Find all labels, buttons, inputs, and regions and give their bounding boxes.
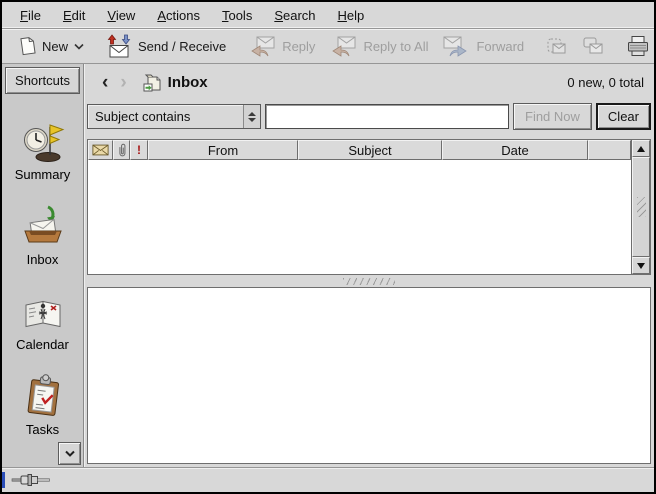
- search-filter-dropdown[interactable]: Subject contains: [87, 104, 261, 129]
- calendar-icon: [21, 289, 65, 333]
- summary-icon: [21, 119, 65, 163]
- menu-bar: File Edit View Actions Tools Search Help: [2, 2, 654, 29]
- sidebar-item-tasks[interactable]: Tasks: [2, 374, 83, 437]
- forward-icon: [442, 35, 470, 57]
- menu-actions[interactable]: Actions: [147, 3, 212, 28]
- inbox-folder-icon: [143, 74, 162, 92]
- attachment-icon: [117, 143, 127, 158]
- inbox-icon: [21, 204, 65, 248]
- tasks-icon: [21, 374, 65, 418]
- reply-icon: [248, 35, 276, 57]
- menu-help[interactable]: Help: [328, 3, 377, 28]
- new-document-icon: [19, 36, 36, 56]
- sidebar-label-summary: Summary: [15, 167, 71, 182]
- sidebar-item-inbox[interactable]: Inbox: [2, 204, 83, 267]
- shortcuts-group-button[interactable]: Shortcuts: [5, 67, 80, 94]
- message-table: ! From Subject Date: [88, 140, 631, 274]
- menu-tools[interactable]: Tools: [212, 3, 264, 28]
- nav-back-button[interactable]: ‹: [96, 73, 114, 92]
- reply-button: Reply: [241, 32, 322, 60]
- plug-icon[interactable]: [11, 472, 55, 488]
- mail-view: ‹ › Inbox 0 new, 0 total Subject cont: [84, 64, 654, 467]
- pane-splitter[interactable]: [84, 275, 654, 287]
- column-message-status[interactable]: [88, 140, 113, 160]
- folder-title: Inbox: [168, 74, 208, 91]
- status-bar: [2, 467, 654, 492]
- scroll-down-icon: [637, 263, 645, 269]
- print-icon: [626, 35, 650, 57]
- sidebar-item-summary[interactable]: Summary: [2, 119, 83, 182]
- chevron-down-icon: [74, 43, 84, 50]
- send-receive-button[interactable]: Send / Receive: [99, 31, 233, 61]
- send-receive-icon: [106, 34, 132, 58]
- search-input[interactable]: [265, 104, 509, 129]
- shortcuts-sidebar: Shortcuts Summary: [2, 64, 84, 467]
- message-list-pane: ! From Subject Date: [87, 139, 651, 275]
- scrollbar-thumb[interactable]: [632, 157, 650, 257]
- progress-indicator: [2, 472, 5, 488]
- combo-arrows-icon: [243, 105, 260, 128]
- menu-file[interactable]: File: [10, 3, 53, 28]
- column-date[interactable]: Date: [442, 140, 588, 160]
- copy-message-icon: [546, 36, 568, 56]
- column-filler: [588, 140, 631, 160]
- menu-search[interactable]: Search: [264, 3, 327, 28]
- sidebar-label-calendar: Calendar: [16, 337, 69, 352]
- sidebar-item-calendar[interactable]: Calendar: [2, 289, 83, 352]
- message-list-scrollbar[interactable]: [631, 140, 650, 274]
- new-button[interactable]: New: [12, 33, 91, 59]
- splitter-grip-icon: [343, 278, 395, 285]
- column-from[interactable]: From: [148, 140, 298, 160]
- folder-header-bar: ‹ › Inbox 0 new, 0 total: [84, 64, 654, 101]
- message-table-header: ! From Subject Date: [88, 140, 631, 160]
- menu-view[interactable]: View: [97, 3, 147, 28]
- print-button[interactable]: [619, 32, 656, 60]
- message-list-empty-area: [88, 160, 631, 274]
- message-status-icon: [92, 144, 109, 156]
- evolution-window: File Edit View Actions Tools Search Help…: [0, 0, 656, 494]
- move-message-button: [575, 33, 611, 59]
- forward-button: Forward: [435, 32, 531, 60]
- copy-message-button: [539, 33, 575, 59]
- column-attachment[interactable]: [113, 140, 130, 160]
- move-message-icon: [582, 36, 604, 56]
- search-bar: Subject contains Find Now Clear: [84, 101, 654, 139]
- reply-to-all-icon: [329, 35, 357, 57]
- chevron-down-icon: [64, 450, 76, 458]
- sidebar-scroll-down-button[interactable]: [58, 442, 81, 465]
- toolbar: New Send / Receive: [2, 29, 654, 64]
- menu-edit[interactable]: Edit: [53, 3, 97, 28]
- column-subject[interactable]: Subject: [298, 140, 442, 160]
- scroll-down-button[interactable]: [632, 257, 650, 274]
- scrollbar-grip-icon: [637, 197, 646, 217]
- app-body: Shortcuts Summary: [2, 64, 654, 467]
- clear-button[interactable]: Clear: [596, 103, 651, 130]
- sidebar-label-inbox: Inbox: [27, 252, 59, 267]
- reply-to-all-button: Reply to All: [322, 32, 435, 60]
- column-priority[interactable]: !: [130, 140, 148, 160]
- message-preview-pane: [87, 287, 651, 464]
- priority-icon: !: [137, 143, 141, 157]
- find-now-button: Find Now: [513, 103, 592, 130]
- sidebar-label-tasks: Tasks: [26, 422, 59, 437]
- nav-forward-button: ›: [114, 73, 132, 92]
- folder-message-count: 0 new, 0 total: [567, 75, 644, 90]
- scroll-up-button[interactable]: [632, 140, 650, 157]
- scroll-up-icon: [637, 146, 645, 152]
